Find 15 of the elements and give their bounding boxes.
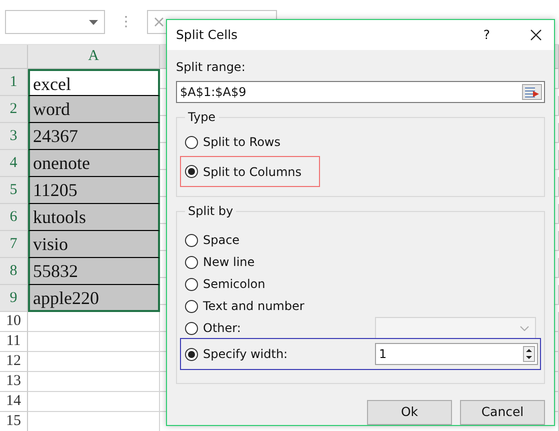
dialog-title: Split Cells — [176, 26, 238, 44]
option-label: Semicolon — [203, 276, 266, 293]
split-by-group-label: Split by — [187, 205, 234, 217]
split-range-label: Split range: — [176, 59, 246, 76]
option-label: Other: — [203, 320, 241, 337]
toolbar-separator: ⋮ — [119, 12, 133, 32]
split-range-value: $A$1:$A$9 — [180, 84, 246, 101]
option-label: Split to Rows — [203, 134, 280, 151]
option-label: New line — [203, 254, 255, 271]
option-label: Split to Columns — [203, 164, 302, 180]
spin-value: 1 — [379, 346, 387, 363]
option-label: Space — [203, 232, 240, 249]
option-label: Text and number — [203, 298, 304, 315]
option-label: Specify width: — [203, 346, 288, 363]
type-group-label: Type — [187, 111, 217, 123]
